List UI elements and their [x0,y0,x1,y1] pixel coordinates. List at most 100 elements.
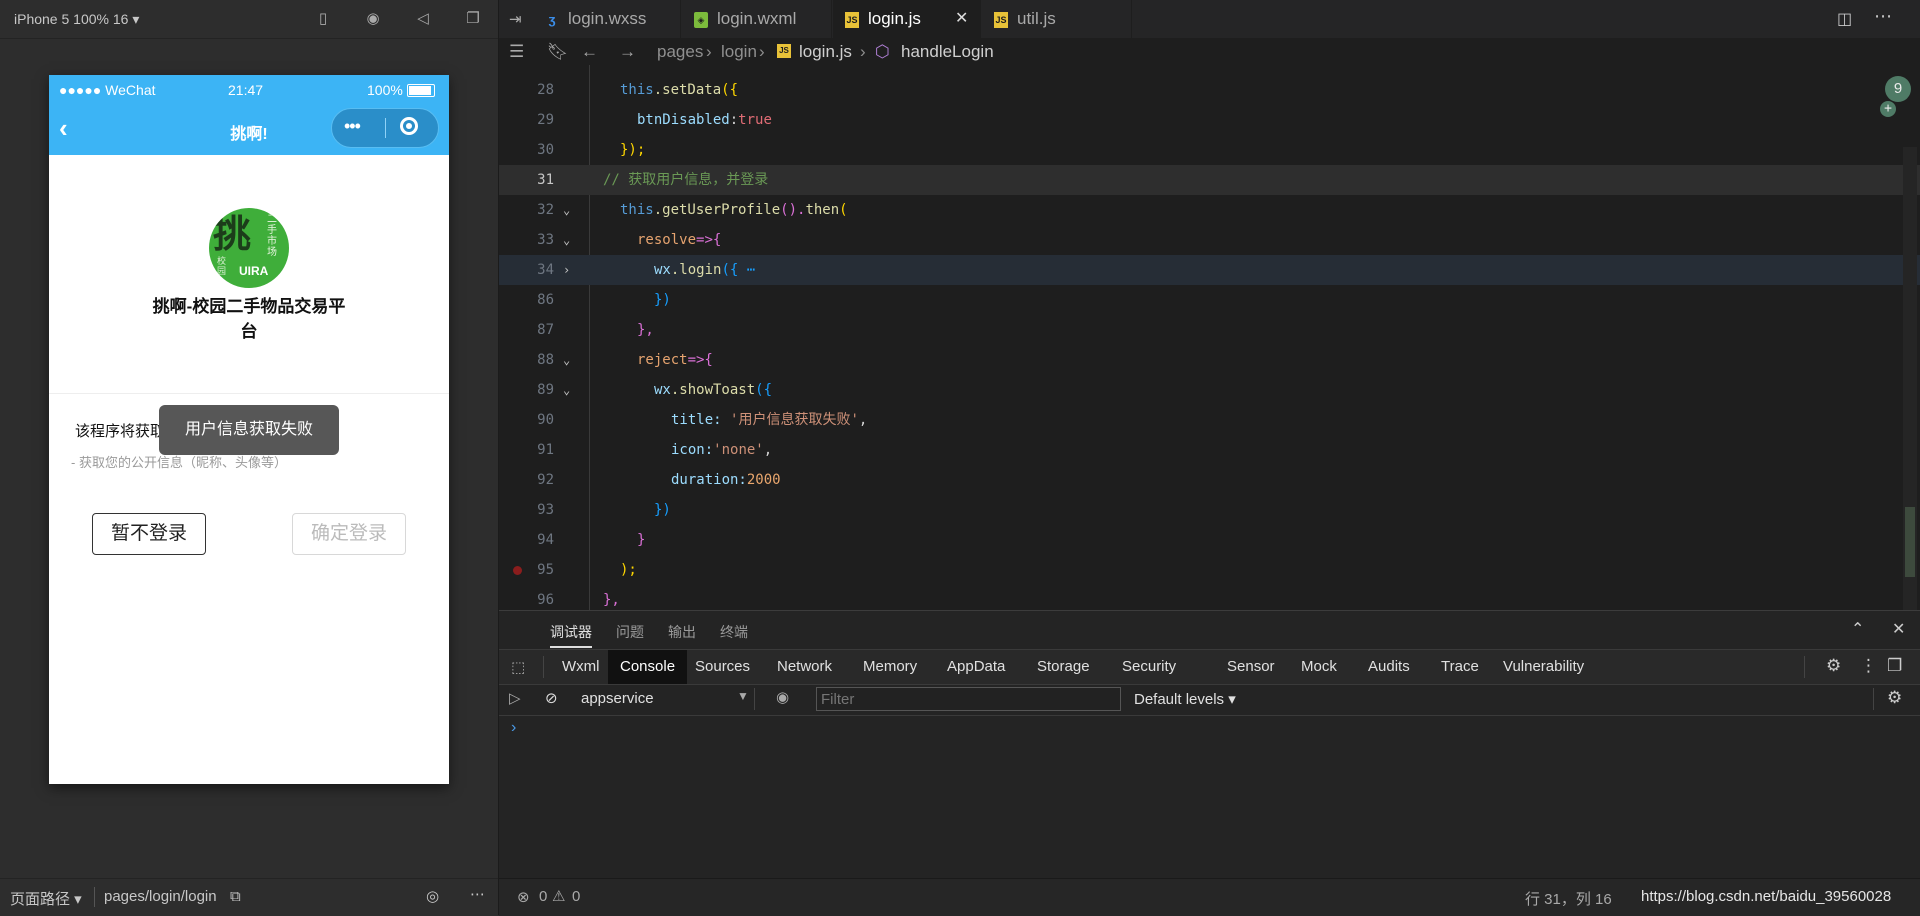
tab-appdata[interactable]: AppData [935,650,1017,684]
css-icon: ʒ [548,11,556,27]
breakpoint-icon[interactable] [513,566,522,575]
dock-icon[interactable]: ❐ [1887,656,1902,676]
token: }, [603,592,620,608]
code-line: 93 }) [499,495,1920,525]
close-miniprogram-icon[interactable] [400,117,418,135]
tab-debugger[interactable]: 调试器 [550,622,592,648]
scrollbar[interactable] [1903,147,1917,610]
tab-storage[interactable]: Storage [1025,650,1102,684]
crumb-separator: › [759,42,765,61]
add-icon[interactable]: + [1880,101,1896,117]
token: } [637,532,646,548]
skip-login-button[interactable]: 暂不登录 [92,513,206,555]
crumb-pages[interactable]: pages [657,38,703,65]
line-number: 28 [537,82,554,98]
tab-network[interactable]: Network [765,650,844,684]
tab-terminal[interactable]: 终端 [720,622,748,642]
fold-icon[interactable]: ⌄ [563,345,570,375]
clear-console-icon[interactable]: ⊘ [545,689,558,707]
logo-word: UIRA [239,264,269,278]
tab-wxml[interactable]: Wxml [550,650,612,684]
token: 'none' [713,442,764,458]
line-number: 91 [537,442,554,458]
tab-output[interactable]: 输出 [668,622,696,642]
chevron-up-icon[interactable]: ⌃ [1851,619,1864,639]
chevron-down-icon[interactable]: ▼ [737,689,749,703]
eye-icon[interactable]: ◉ [776,688,789,706]
record-icon[interactable]: ◉ [364,10,382,28]
warning-icon[interactable]: ⚠ [552,887,565,905]
fold-icon[interactable]: › [563,255,570,285]
code-line: 34 › wx.login({ ⋯ [499,255,1920,285]
log-levels-dropdown[interactable]: Default levels ▾ [1134,690,1236,708]
tab-login-wxss[interactable]: ʒ login.wxss [533,0,681,38]
filter-input[interactable] [816,687,1121,711]
code-line: 87 }, [499,315,1920,345]
tab-vulnerability[interactable]: Vulnerability [1491,650,1596,684]
tab-security[interactable]: Security [1110,650,1188,684]
split-editor-icon[interactable]: ◫ [1837,9,1852,29]
copy-icon[interactable]: ⧉ [230,888,241,905]
code-line-current: 31 // 获取用户信息，并登录 [499,165,1920,195]
error-icon[interactable]: ⊗ [517,888,530,906]
forward-icon[interactable]: → [619,38,636,65]
fold-icon[interactable]: ⌄ [563,225,570,255]
tab-problems[interactable]: 问题 [616,622,644,642]
code-editor[interactable]: var that = this; 28 this.setData({ 29 bt… [499,65,1920,610]
token: then [805,202,840,218]
gear-icon[interactable]: ⚙ [1826,656,1841,676]
console-settings-icon[interactable]: ⚙ [1887,688,1902,708]
more-actions-icon[interactable]: ⋯ [1874,6,1892,27]
line-number: 88 [537,352,554,368]
cursor-position[interactable]: 行 31，列 16 [1525,888,1612,909]
code-line: 86 }) [499,285,1920,315]
code-line: 96 }, [499,585,1920,610]
token: wx [654,262,671,278]
tab-console[interactable]: Console [608,650,688,684]
fold-icon[interactable]: ⌄ [563,195,570,225]
tab-util-js[interactable]: JS util.js [982,0,1132,38]
back-icon[interactable]: ← [581,38,598,65]
device-selector[interactable]: iPhone 5 100% 16 ▾ [14,11,139,28]
collapse-sidebar-icon[interactable]: ⇥ [509,10,522,28]
tab-sensor[interactable]: Sensor [1215,650,1287,684]
inspect-icon[interactable]: ⬚ [511,658,525,676]
confirm-login-button[interactable]: 确定登录 [292,513,406,555]
tab-audits[interactable]: Audits [1356,650,1422,684]
bookmark-icon[interactable]: 🔖︎ [547,38,569,65]
volume-icon[interactable]: ◁ [414,10,432,28]
line-number: 92 [537,472,554,488]
context-selector[interactable]: appservice [581,690,654,707]
crumb-function[interactable]: handleLogin [901,38,994,65]
sidebar-toggle-icon[interactable]: ▷ [509,689,521,707]
crumb-file[interactable]: login.js [799,38,852,65]
phone-icon[interactable]: ▯ [314,10,332,28]
list-icon[interactable]: ☰ [509,38,524,65]
kebab-icon[interactable]: ⋮ [1860,656,1877,676]
line-number: 29 [537,112,554,128]
notification-badge[interactable]: 9 [1885,76,1911,102]
carrier-label: ●●●●● WeChat [59,82,156,98]
more-icon[interactable]: ••• [344,116,361,137]
line-number: 93 [537,502,554,518]
tab-login-wxml[interactable]: ◈ login.wxml [682,0,832,38]
line-number: 95 [537,562,554,578]
token: true [738,112,772,128]
token: }); [620,142,646,158]
tab-login-js[interactable]: JS login.js ✕ [833,0,981,38]
eye-icon[interactable]: ◎ [426,887,439,905]
close-tab-icon[interactable]: ✕ [955,0,968,38]
tab-memory[interactable]: Memory [851,650,929,684]
tab-mock[interactable]: Mock [1289,650,1349,684]
detach-window-icon[interactable]: ❐ [464,10,482,28]
fold-icon[interactable]: ⌄ [563,375,570,405]
crumb-login[interactable]: login [721,38,757,65]
close-icon[interactable]: ✕ [1892,619,1905,639]
tab-trace[interactable]: Trace [1429,650,1491,684]
more-options-icon[interactable]: ⋯ [470,885,485,903]
token: ({ ⋯ [721,262,756,278]
console-prompt[interactable]: › [511,719,516,737]
tab-sources[interactable]: Sources [683,650,762,684]
page-path-label[interactable]: 页面路径 ▾ [10,888,82,909]
token: ({ [755,382,773,398]
